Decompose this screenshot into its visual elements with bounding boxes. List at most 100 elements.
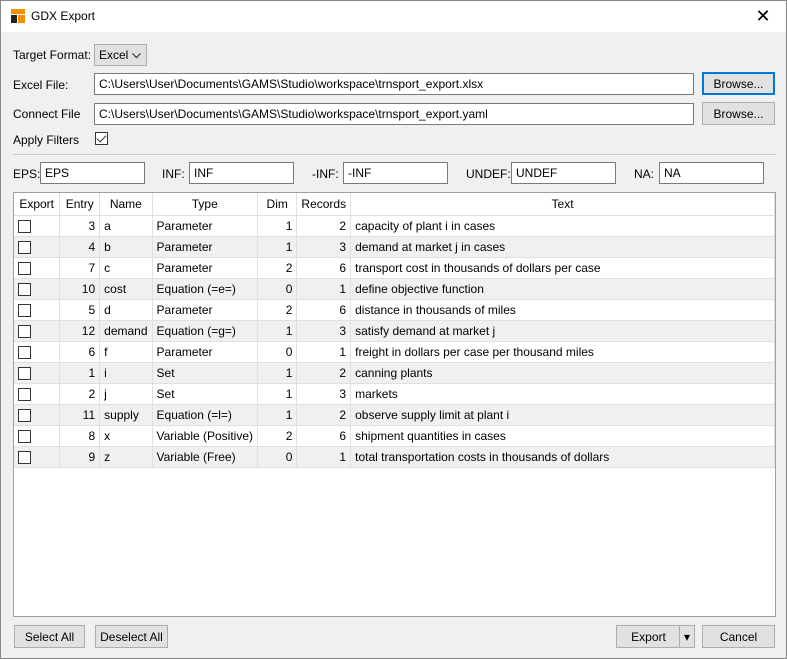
apply-filters-checkbox[interactable] xyxy=(95,132,108,145)
table-row[interactable]: 5 d Parameter 2 6 distance in thousands of mi… xyxy=(14,299,775,321)
entry-cell: 3 xyxy=(59,215,101,237)
excel-file-field[interactable]: C:\Users\User\Documents\GAMS\Studio\work… xyxy=(94,73,694,95)
export-checkbox[interactable] xyxy=(18,324,31,338)
inf-label: INF: xyxy=(162,167,185,181)
table-row[interactable]: 1 i Set 1 2 canning plants xyxy=(14,362,775,384)
entry-cell: 8 xyxy=(59,425,101,447)
text-cell: transport cost in thousands of dollars p… xyxy=(350,257,775,279)
target-format-value: Excel xyxy=(99,48,129,62)
eps-label: EPS: xyxy=(13,167,41,181)
connect-browse-button[interactable]: Browse... xyxy=(702,102,775,125)
export-button[interactable]: Export xyxy=(616,625,680,648)
entry-cell: 12 xyxy=(59,320,101,342)
col-header-export[interactable]: Export xyxy=(14,193,61,216)
dim-cell: 0 xyxy=(257,446,298,468)
entry-cell: 2 xyxy=(59,383,101,405)
table-row[interactable]: 12 demand Equation (=g=) 1 3 satisfy demand a… xyxy=(14,320,775,342)
text-cell: distance in thousands of miles xyxy=(350,299,775,321)
text-cell: shipment quantities in cases xyxy=(350,425,775,447)
records-cell: 1 xyxy=(296,341,352,363)
table-row[interactable]: 6 f Parameter 0 1 freight in dollars per case… xyxy=(14,341,775,363)
text-cell: observe supply limit at plant i xyxy=(350,404,775,426)
records-cell: 3 xyxy=(296,320,352,342)
col-header-entry[interactable]: Entry xyxy=(59,193,101,216)
deselect-all-button[interactable]: Deselect All xyxy=(95,625,168,648)
na-field[interactable]: NA xyxy=(659,162,764,184)
name-cell: b xyxy=(99,236,153,258)
type-cell: Equation (=e=) xyxy=(152,278,259,300)
export-cell xyxy=(14,383,61,405)
export-cell xyxy=(14,425,61,447)
inf-field[interactable]: INF xyxy=(189,162,294,184)
chevron-down-icon xyxy=(132,48,141,62)
export-checkbox[interactable] xyxy=(18,345,31,359)
excel-browse-button[interactable]: Browse... xyxy=(702,72,775,95)
entry-cell: 10 xyxy=(59,278,101,300)
close-icon[interactable]: ✕ xyxy=(740,1,786,32)
target-format-select[interactable]: Excel xyxy=(94,44,147,66)
table-row[interactable]: 7 c Parameter 2 6 transport cost in thousands… xyxy=(14,257,775,279)
type-cell: Parameter xyxy=(152,299,259,321)
dim-cell: 2 xyxy=(257,425,298,447)
export-checkbox[interactable] xyxy=(18,261,31,275)
eps-field[interactable]: EPS xyxy=(40,162,145,184)
dim-cell: 2 xyxy=(257,257,298,279)
table-row[interactable]: 11 supply Equation (=l=) 1 2 observe supply l… xyxy=(14,404,775,426)
undef-field[interactable]: UNDEF xyxy=(511,162,616,184)
table-row[interactable]: 10 cost Equation (=e=) 0 1 define objective f… xyxy=(14,278,775,300)
export-checkbox[interactable] xyxy=(18,282,31,296)
type-cell: Parameter xyxy=(152,257,259,279)
dim-cell: 0 xyxy=(257,278,298,300)
export-dropdown-button[interactable]: ▾ xyxy=(679,625,695,648)
col-header-records[interactable]: Records xyxy=(296,193,352,216)
connect-file-label: Connect File xyxy=(13,107,81,121)
export-checkbox[interactable] xyxy=(18,450,31,464)
type-cell: Set xyxy=(152,383,259,405)
select-all-button[interactable]: Select All xyxy=(14,625,85,648)
target-format-label: Target Format: xyxy=(13,48,92,62)
name-cell: a xyxy=(99,215,153,237)
records-cell: 6 xyxy=(296,425,352,447)
export-checkbox[interactable] xyxy=(18,240,31,254)
export-cell xyxy=(14,362,61,384)
table-row[interactable]: 9 z Variable (Free) 0 1 total transportation … xyxy=(14,446,775,468)
export-checkbox[interactable] xyxy=(18,366,31,380)
entry-cell: 11 xyxy=(59,404,101,426)
records-cell: 6 xyxy=(296,299,352,321)
dim-cell: 1 xyxy=(257,404,298,426)
name-cell: supply xyxy=(99,404,153,426)
records-cell: 2 xyxy=(296,215,352,237)
records-cell: 2 xyxy=(296,404,352,426)
text-cell: canning plants xyxy=(350,362,775,384)
text-cell: markets xyxy=(350,383,775,405)
export-checkbox[interactable] xyxy=(18,219,31,233)
text-cell: demand at market j in cases xyxy=(350,236,775,258)
name-cell: i xyxy=(99,362,153,384)
export-checkbox[interactable] xyxy=(18,408,31,422)
table-row[interactable]: 2 j Set 1 3 markets xyxy=(14,383,775,405)
table-row[interactable]: 8 x Variable (Positive) 2 6 shipment quantiti… xyxy=(14,425,775,447)
gams-app-icon xyxy=(11,9,25,23)
export-checkbox[interactable] xyxy=(18,429,31,443)
export-cell xyxy=(14,404,61,426)
table-row[interactable]: 3 a Parameter 1 2 capacity of plant i in case… xyxy=(14,215,775,237)
connect-file-field[interactable]: C:\Users\User\Documents\GAMS\Studio\work… xyxy=(94,103,694,125)
na-label: NA: xyxy=(634,167,655,181)
table-row[interactable]: 4 b Parameter 1 3 demand at market j in cases xyxy=(14,236,775,258)
col-header-dim[interactable]: Dim xyxy=(257,193,298,216)
name-cell: c xyxy=(99,257,153,279)
entry-cell: 7 xyxy=(59,257,101,279)
symbol-table[interactable]: Export Entry ^ Name Type Dim Records Text… xyxy=(13,192,776,617)
type-cell: Equation (=l=) xyxy=(152,404,259,426)
col-header-text[interactable]: Text xyxy=(350,193,775,216)
cancel-button[interactable]: Cancel xyxy=(702,625,775,648)
export-checkbox[interactable] xyxy=(18,303,31,317)
export-cell xyxy=(14,257,61,279)
minus-inf-field[interactable]: -INF xyxy=(343,162,448,184)
type-cell: Parameter xyxy=(152,215,259,237)
col-header-name[interactable]: ^ Name xyxy=(99,193,153,216)
col-header-type[interactable]: Type xyxy=(152,193,259,216)
export-checkbox[interactable] xyxy=(18,387,31,401)
chevron-down-icon: ▾ xyxy=(683,629,691,644)
entry-cell: 5 xyxy=(59,299,101,321)
